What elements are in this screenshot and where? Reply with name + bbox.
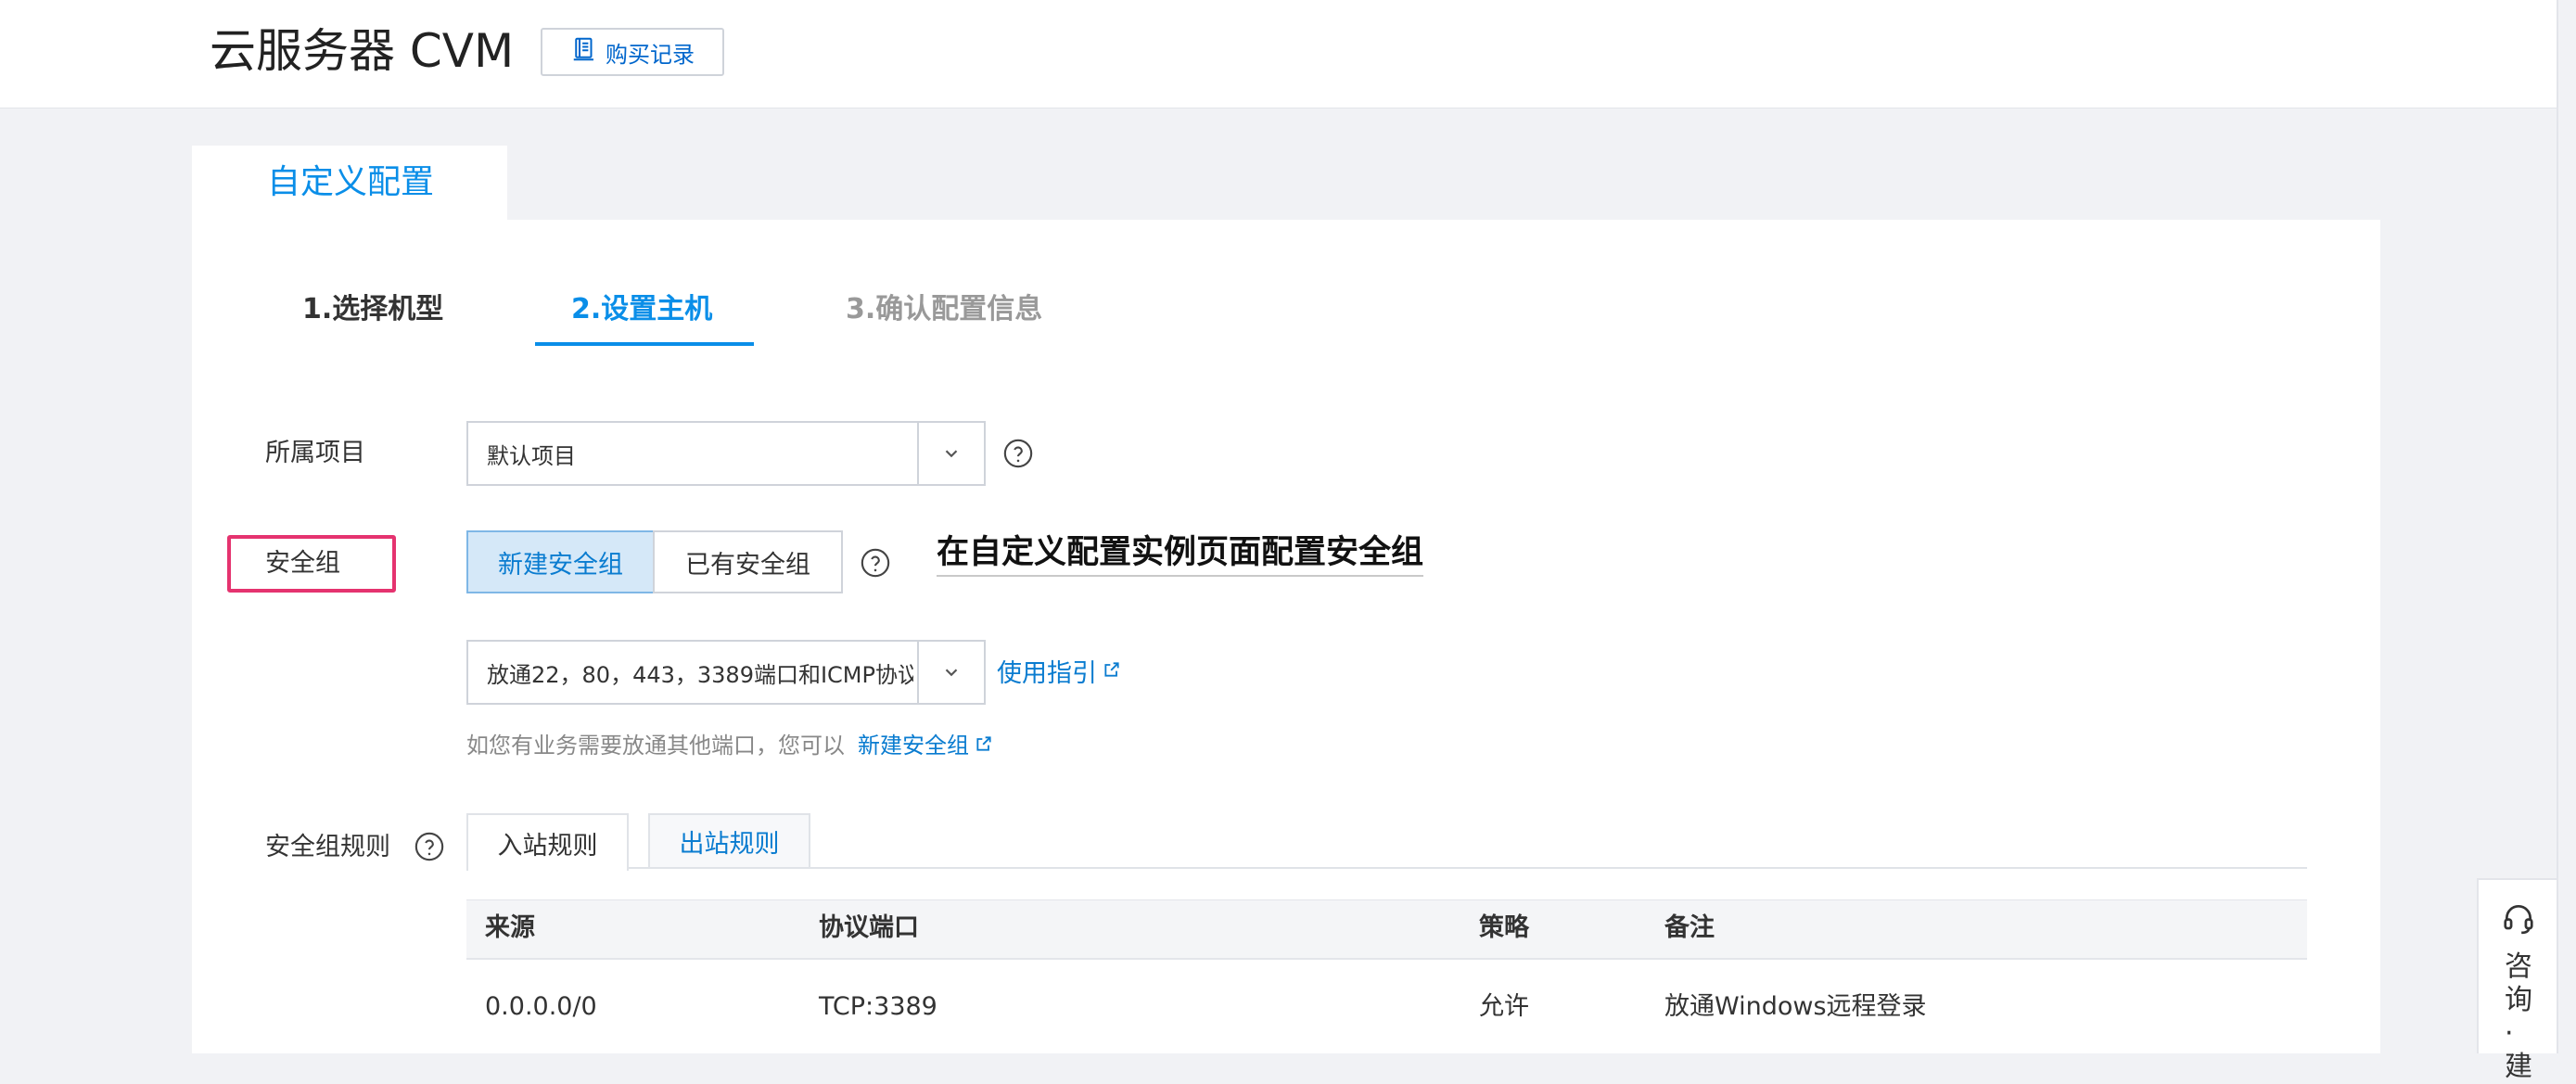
annotation-text: 在自定义配置实例页面配置安全组 — [937, 530, 1424, 577]
hint-link-label: 新建安全组 — [858, 733, 969, 759]
book-icon — [570, 35, 598, 69]
active-step-indicator — [535, 342, 754, 346]
project-select[interactable]: 默认项目 — [466, 421, 986, 486]
tab-outbound-rules[interactable]: 出站规则 — [648, 813, 810, 867]
step-select-model[interactable]: 1.选择机型 — [302, 289, 443, 330]
security-group-label: 安全组 — [265, 549, 340, 578]
rules-table-header — [466, 899, 2307, 960]
consult-widget[interactable]: 咨询·建 — [2477, 878, 2557, 1083]
step-set-host[interactable]: 2.设置主机 — [571, 289, 712, 330]
row-remark: 放通Windows远程登录 — [1664, 992, 1927, 1021]
security-group-hint: 如您有业务需要放通其他端口，您可以 新建安全组 — [466, 729, 993, 762]
column-header-remark: 备注 — [1664, 913, 1715, 942]
project-select-value: 默认项目 — [487, 442, 576, 469]
chevron-down-icon[interactable] — [917, 642, 984, 703]
hint-new-security-group-link[interactable]: 新建安全组 — [858, 729, 993, 762]
purchase-record-button[interactable]: 购买记录 — [541, 28, 724, 76]
security-group-help-icon[interactable] — [860, 547, 891, 579]
existing-security-group-button[interactable]: 已有安全组 — [653, 530, 843, 593]
row-source: 0.0.0.0/0 — [485, 992, 597, 1021]
project-help-icon[interactable] — [1002, 438, 1034, 469]
external-link-icon — [975, 729, 993, 762]
usage-guide-link[interactable]: 使用指引 — [997, 652, 1121, 689]
new-security-group-button[interactable]: 新建安全组 — [466, 530, 655, 593]
row-policy: 允许 — [1479, 992, 1529, 1021]
tab-custom-config-label: 自定义配置 — [267, 163, 435, 201]
security-group-rules-label: 安全组规则 — [265, 833, 390, 861]
column-header-protocol-port: 协议端口 — [819, 913, 919, 942]
app-root: 云服务器 CVM 购买记录 自定义配置 1.选择机型 2.设置主机 3.确认配置… — [0, 0, 2576, 1083]
rule-tabs-divider — [466, 867, 2307, 869]
security-group-template-value: 放通22，80，443，3389端口和ICMP协议 — [487, 661, 913, 688]
security-group-template-select[interactable]: 放通22，80，443，3389端口和ICMP协议 — [466, 640, 986, 705]
row-protocol-port: TCP:3389 — [819, 992, 937, 1021]
project-label: 所属项目 — [265, 439, 365, 467]
right-scroll-edge — [2557, 0, 2576, 1053]
usage-guide-label: 使用指引 — [997, 658, 1097, 688]
rules-help-icon[interactable] — [414, 831, 445, 862]
consult-label: 咨询·建 — [2505, 950, 2532, 1083]
column-header-source: 来源 — [485, 913, 535, 942]
page-title: 云服务器 CVM — [210, 24, 515, 78]
chevron-down-icon[interactable] — [917, 423, 984, 484]
column-header-policy: 策略 — [1479, 913, 1529, 942]
external-link-icon — [1103, 657, 1121, 685]
step-confirm-config[interactable]: 3.确认配置信息 — [846, 289, 1042, 330]
purchase-record-label: 购买记录 — [606, 41, 695, 68]
tab-inbound-rules[interactable]: 入站规则 — [466, 813, 629, 871]
hint-text: 如您有业务需要放通其他端口，您可以 — [466, 733, 845, 759]
